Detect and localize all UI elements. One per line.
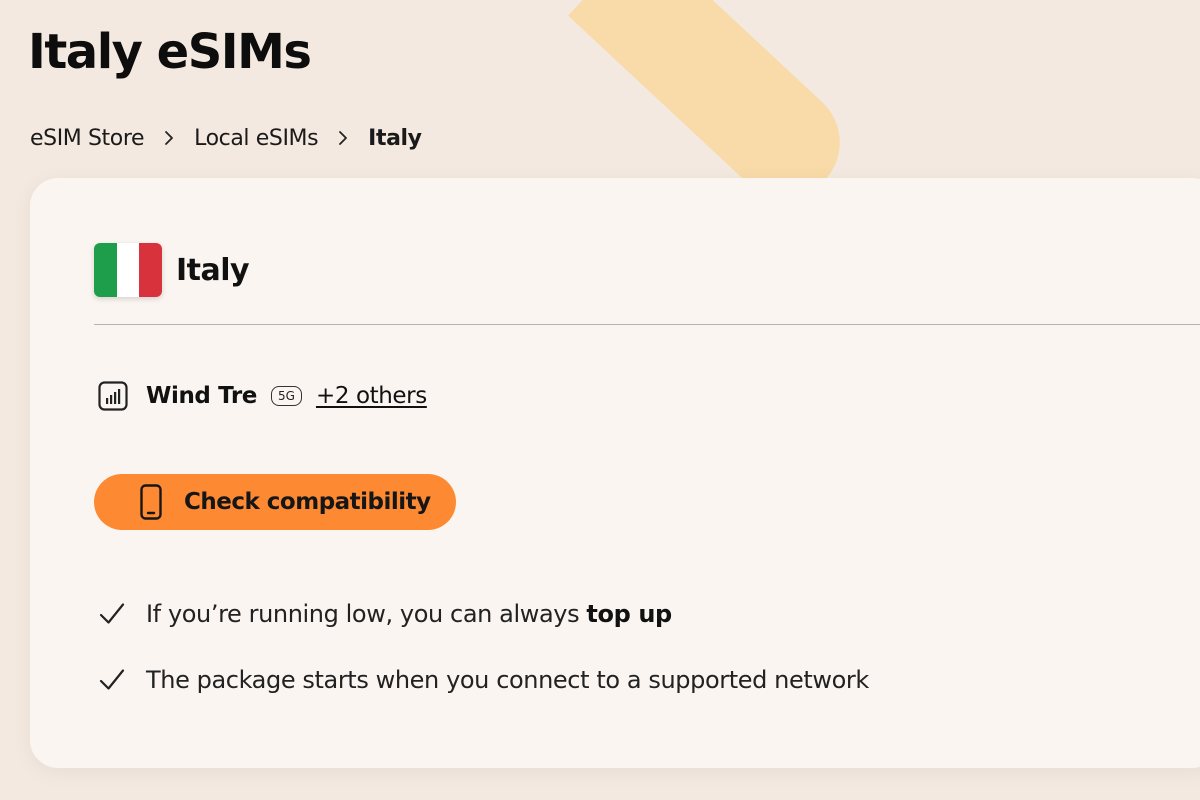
feature-item-package-start: The package starts when you connect to a… (98, 660, 869, 700)
phone-icon (140, 484, 162, 520)
page-title: Italy eSIMs (28, 24, 312, 80)
feature-text: If you’re running low, you can always to… (146, 600, 672, 628)
feature-list: If you’re running low, you can always to… (98, 594, 869, 726)
breadcrumb-link-local-esims[interactable]: Local eSIMs (194, 126, 318, 151)
checkmark-icon (98, 600, 126, 628)
network-5g-badge: 5G (271, 386, 302, 406)
breadcrumb-current: Italy (368, 125, 422, 151)
feature-text-main: If you’re running low, you can always (146, 600, 587, 628)
check-compatibility-button[interactable]: Check compatibility (94, 474, 456, 530)
network-row: Wind Tre 5G +2 others (98, 378, 427, 414)
breadcrumb-link-esim-store[interactable]: eSIM Store (30, 126, 145, 151)
signal-bars-icon (98, 381, 128, 411)
package-card: Italy Wind Tre 5G +2 others Check compat… (30, 178, 1200, 768)
check-compatibility-label: Check compatibility (184, 489, 431, 515)
country-header: Italy (94, 242, 250, 298)
italy-flag-icon (94, 243, 162, 297)
country-name: Italy (176, 252, 250, 288)
divider (94, 324, 1200, 325)
feature-text: The package starts when you connect to a… (146, 666, 869, 694)
other-networks-link[interactable]: +2 others (316, 383, 427, 409)
network-name: Wind Tre (146, 383, 258, 409)
breadcrumb: eSIM Store Local eSIMs Italy (30, 122, 422, 154)
chevron-right-icon (318, 130, 368, 146)
chevron-right-icon (144, 130, 194, 146)
feature-item-top-up: If you’re running low, you can always to… (98, 594, 869, 634)
checkmark-icon (98, 666, 126, 694)
feature-text-emphasis: top up (586, 600, 672, 628)
